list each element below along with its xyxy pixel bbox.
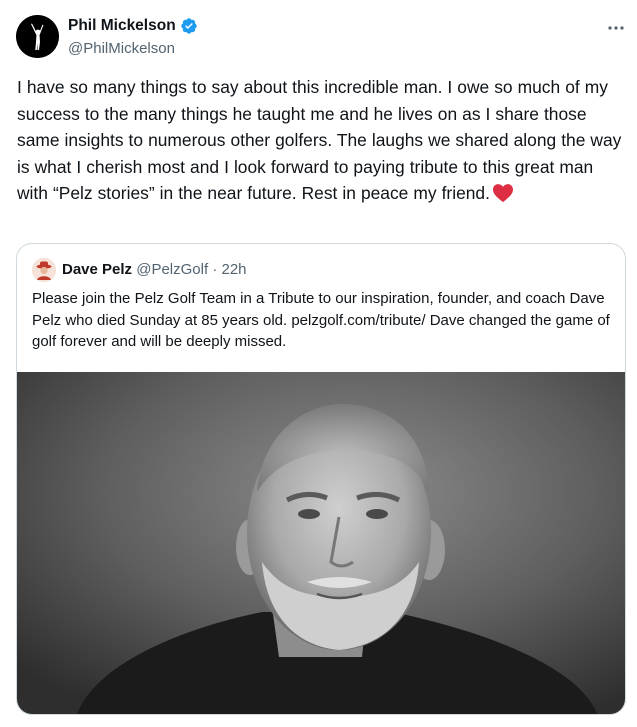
quoted-author-name[interactable]: Dave Pelz [62, 261, 132, 278]
portrait-photo [17, 372, 625, 714]
quoted-text: Please join the Pelz Golf Team in a Trib… [32, 290, 610, 350]
quoted-timestamp[interactable]: 22h [221, 261, 246, 278]
quoted-separator: · [212, 261, 218, 278]
tweet-text-content: I have so many things to say about this … [17, 77, 622, 203]
verified-badge-icon [180, 18, 197, 34]
quoted-header: Dave Pelz @PelzGolf · 22h [62, 261, 247, 278]
tweet-text: I have so many things to say about this … [17, 74, 623, 207]
quoted-photo[interactable] [17, 372, 625, 714]
quoted-author-handle[interactable]: @PelzGolf [136, 261, 208, 278]
more-options-button[interactable] [606, 18, 626, 38]
red-heart-emoji [492, 184, 513, 203]
tweet: Phil Mickelson @PhilMickelson I have so … [0, 0, 637, 727]
quoted-author-avatar[interactable] [32, 258, 56, 282]
author-name[interactable]: Phil Mickelson [68, 17, 176, 35]
more-dots-icon [608, 26, 624, 30]
quoted-tweet[interactable]: Dave Pelz @PelzGolf · 22h Please join th… [16, 243, 626, 715]
author-name-row[interactable]: Phil Mickelson [68, 17, 198, 35]
author-avatar[interactable] [16, 15, 59, 58]
author-handle[interactable]: @PhilMickelson [68, 40, 175, 57]
